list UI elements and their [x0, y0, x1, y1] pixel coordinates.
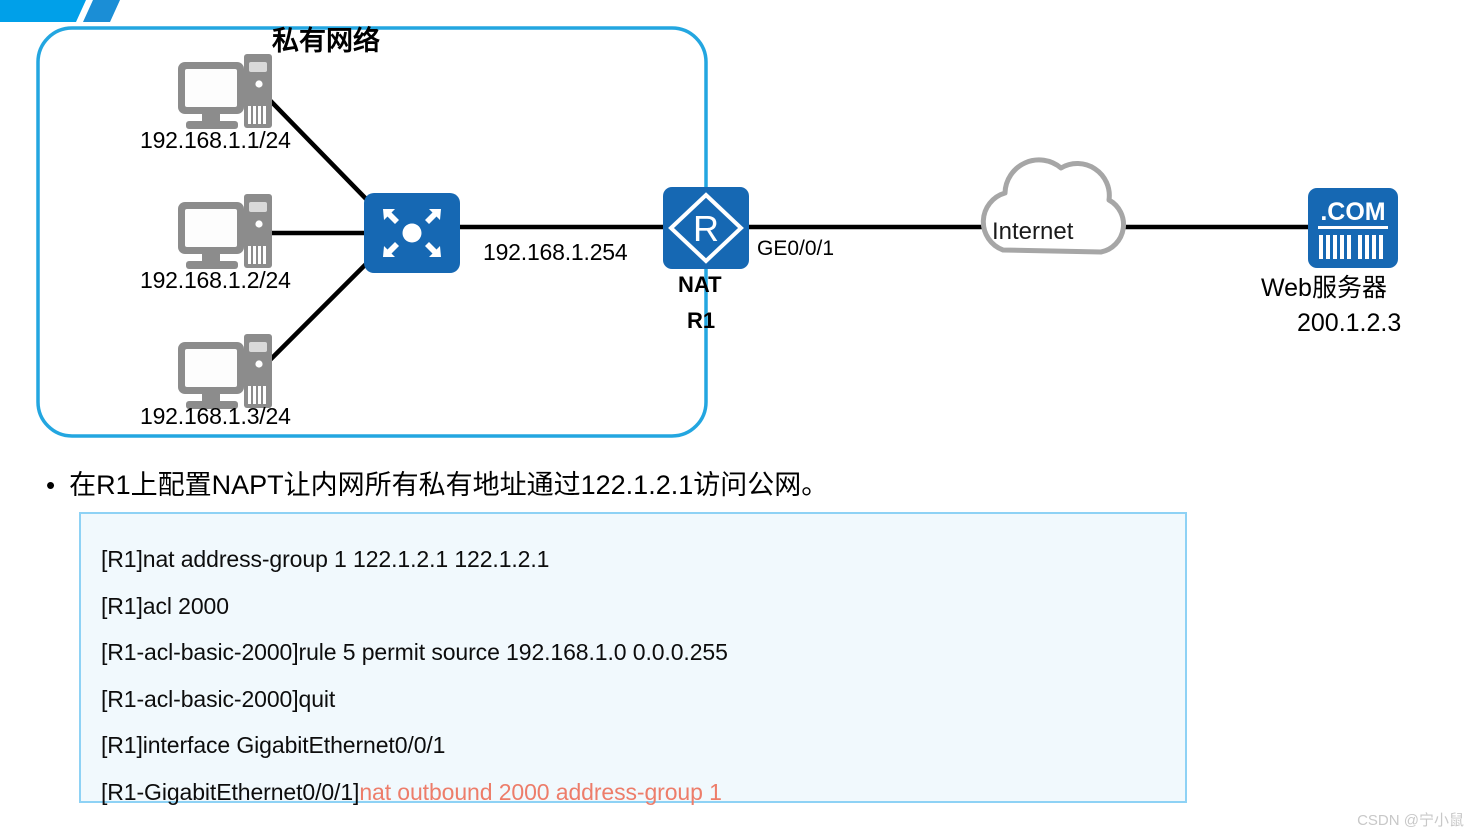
- instruction-text: 在R1上配置NAPT让内网所有私有地址通过122.1.2.1访问公网。: [69, 470, 829, 500]
- cli-line: [R1-acl-basic-2000]rule 5 permit source …: [101, 629, 1185, 676]
- cli-prompt: [R1]nat address-group 1 122.1.2.1 122.1.…: [101, 546, 550, 572]
- pc3-ip-label: 192.168.1.3/24: [140, 403, 291, 429]
- cli-line: [R1]interface GigabitEthernet0/0/1: [101, 722, 1185, 769]
- cli-line: [R1-acl-basic-2000]quit: [101, 676, 1185, 723]
- router-name-label: R1: [687, 308, 716, 333]
- pc1-ip-label: 192.168.1.1/24: [140, 127, 291, 153]
- switch-gateway-ip-label: 192.168.1.254: [483, 239, 628, 265]
- instruction-bullet: • 在R1上配置NAPT让内网所有私有地址通过122.1.2.1访问公网。: [46, 466, 1226, 504]
- watermark: CSDN @宁小鼠: [1357, 812, 1464, 829]
- pc-icon-3: [178, 334, 272, 409]
- switch-icon: [364, 193, 460, 273]
- cli-config-box: [R1]nat address-group 1 122.1.2.1 122.1.…: [79, 512, 1187, 805]
- pc-icon-1: [178, 54, 272, 129]
- web-server-icon: [1308, 188, 1398, 268]
- cli-prompt: [R1]interface GigabitEthernet0/0/1: [101, 732, 446, 758]
- pc2-ip-label: 192.168.1.2/24: [140, 267, 291, 293]
- network-topology-diagram: R .COM: [0, 0, 1478, 460]
- cli-line: [R1]acl 2000: [101, 583, 1185, 630]
- cli-line: [R1]nat address-group 1 122.1.2.1 122.1.…: [101, 536, 1185, 583]
- router-icon: [663, 187, 749, 269]
- web-server-ip-label: 200.1.2.3: [1297, 309, 1402, 337]
- cli-command-highlight: nat outbound 2000 address-group 1: [359, 778, 722, 805]
- cli-prompt: [R1-acl-basic-2000]quit: [101, 685, 336, 712]
- bullet-marker: •: [46, 470, 56, 500]
- cli-line: [R1-GigabitEthernet0/0/1]nat outbound 20…: [101, 769, 1185, 816]
- router-role-label: NAT: [678, 272, 722, 297]
- pc-icon-2: [178, 194, 272, 269]
- private-network-title: 私有网络: [272, 26, 380, 56]
- cli-prompt: [R1]acl 2000: [101, 592, 229, 619]
- cli-prompt: [R1-acl-basic-2000]rule 5 permit source …: [101, 639, 728, 665]
- cli-prompt: [R1-GigabitEthernet0/0/1]: [101, 778, 360, 805]
- cli-config-lines: [R1]nat address-group 1 122.1.2.1 122.1.…: [81, 514, 1185, 815]
- web-server-name-label: Web服务器: [1261, 274, 1387, 302]
- topology-svg: R .COM: [36, 26, 1398, 438]
- router-interface-label: GE0/0/1: [757, 237, 835, 260]
- cloud-label: Internet: [992, 218, 1074, 245]
